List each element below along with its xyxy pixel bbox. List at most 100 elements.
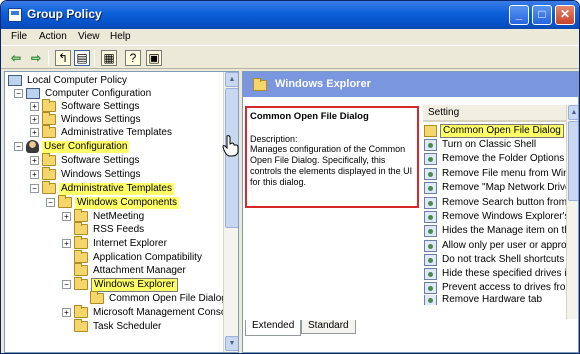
tab-extended[interactable]: Extended [245, 320, 302, 336]
setting-column-header[interactable]: Setting [423, 105, 567, 122]
setting-item[interactable]: Do not track Shell shortcuts d [424, 253, 566, 267]
description-label: Description: [250, 134, 298, 144]
tree-item-user-configuration[interactable]: − User Configuration [14, 140, 130, 153]
computer-policy-icon [8, 75, 22, 86]
setting-item-label: Do not track Shell shortcuts d [442, 254, 566, 265]
settings-vertical-scrollbar[interactable]: ▲ [566, 105, 578, 319]
folder-icon [42, 99, 56, 112]
properties-icon[interactable]: ▦ [101, 50, 117, 66]
setting-item-label: Turn on Classic Shell [442, 139, 537, 150]
tree-item-label: Windows Components [75, 196, 180, 209]
setting-icon [424, 254, 437, 266]
toolbar-separator [48, 50, 49, 66]
menu-bar: File Action View Help [1, 29, 579, 45]
setting-item-label: Remove Search button from W [442, 197, 566, 208]
scroll-thumb[interactable] [568, 121, 578, 201]
forward-arrow-icon[interactable]: ⇨ [28, 50, 44, 66]
tree-item-rss-feeds[interactable]: RSS Feeds [62, 222, 146, 236]
setting-item[interactable]: Hides the Manage item on the [424, 224, 566, 238]
setting-icon [424, 240, 437, 252]
folder-icon [58, 195, 72, 208]
expand-icon[interactable]: + [30, 156, 39, 165]
expand-icon[interactable]: + [30, 102, 39, 111]
folder-icon [253, 78, 267, 91]
tree-item-attachment-manager[interactable]: Attachment Manager [62, 263, 188, 277]
scroll-thumb[interactable] [225, 88, 238, 228]
setting-item[interactable]: Remove "Map Network Drive" [424, 181, 566, 195]
setting-item[interactable]: Remove Windows Explorer's d [424, 210, 566, 224]
setting-item[interactable]: Remove Search button from W [424, 196, 566, 210]
menu-file[interactable]: File [6, 30, 32, 43]
tab-standard[interactable]: Standard [301, 320, 356, 334]
menu-help[interactable]: Help [105, 30, 136, 43]
tree-item-windows-components[interactable]: − Windows Components [46, 195, 180, 209]
setting-item-label: Prevent access to drives from [442, 282, 566, 293]
export-list-icon[interactable]: ▣ [146, 50, 162, 66]
show-hide-tree-icon[interactable]: ▤ [74, 50, 90, 66]
tree-item-task-scheduler[interactable]: Task Scheduler [62, 319, 163, 333]
collapse-icon[interactable]: − [46, 198, 55, 207]
back-arrow-icon[interactable]: ⇦ [8, 50, 24, 66]
folder-icon [42, 125, 56, 138]
setting-item[interactable]: Prevent access to drives from [424, 281, 566, 295]
scroll-up-icon[interactable]: ▲ [568, 105, 578, 120]
expand-icon[interactable]: + [62, 308, 71, 317]
expand-icon[interactable]: + [62, 212, 71, 221]
minimize-button[interactable]: _ [509, 5, 529, 25]
help-icon[interactable]: ? [125, 50, 141, 66]
setting-item[interactable]: Remove File menu from Windo [424, 167, 566, 181]
expand-icon[interactable]: + [30, 115, 39, 124]
title-bar[interactable]: Group Policy _ □ ✕ [1, 1, 579, 29]
tree-item-computer-configuration[interactable]: − Computer Configuration [14, 87, 153, 100]
up-folder-icon[interactable]: ↰ [55, 50, 71, 66]
setting-item-label: Remove Hardware tab [442, 295, 543, 305]
tree-item-internet-explorer[interactable]: + Internet Explorer [62, 236, 169, 250]
tree-item-label: NetMeeting [93, 210, 145, 222]
tree-item-label: Windows Settings [61, 168, 141, 180]
expand-icon[interactable]: + [30, 170, 39, 179]
setting-item-label: Remove File menu from Windo [442, 168, 566, 179]
collapse-icon[interactable]: − [14, 89, 23, 98]
folder-icon [42, 112, 56, 125]
tree-item-application-compatibility[interactable]: Application Compatibility [62, 250, 204, 264]
setting-item[interactable]: Allow only per user or approv [424, 239, 566, 253]
tree-item-label: Windows Explorer [91, 277, 178, 292]
collapse-icon[interactable]: − [14, 142, 23, 151]
setting-item[interactable]: Turn on Classic Shell [424, 138, 566, 152]
menu-action[interactable]: Action [34, 30, 72, 43]
folder-icon [74, 319, 88, 332]
tree-item-windows-explorer[interactable]: − Windows Explorer [62, 277, 178, 292]
setting-item[interactable]: Remove the Folder Options m [424, 152, 566, 166]
folder-icon [42, 167, 56, 180]
scroll-up-icon[interactable]: ▲ [225, 72, 238, 87]
collapse-icon[interactable]: − [30, 184, 39, 193]
setting-item-label: Remove the Folder Options m [442, 153, 566, 164]
collapse-icon[interactable]: − [62, 280, 71, 289]
tree-vertical-scrollbar[interactable]: ▲ ▼ [223, 72, 238, 352]
setting-item-label: Remove "Map Network Drive" [442, 182, 566, 193]
tree-item-label: Software Settings [61, 100, 140, 112]
setting-item-common-open-file-dialog[interactable]: Common Open File Dialog [424, 124, 566, 138]
details-header-title: Windows Explorer [275, 78, 371, 90]
tree-item-windows-settings[interactable]: + Windows Settings [30, 167, 142, 181]
folder-icon [74, 263, 88, 276]
setting-item[interactable]: Remove Hardware tab [424, 295, 566, 305]
setting-icon [424, 225, 437, 237]
tree-item-administrative-templates[interactable]: − Administrative Templates [30, 181, 174, 195]
tree-item-label: Administrative Templates [61, 126, 172, 138]
tree-item-software-settings[interactable]: + Software Settings [30, 153, 141, 167]
maximize-button[interactable]: □ [532, 5, 552, 25]
tree-item-administrative-templates[interactable]: + Administrative Templates [30, 125, 174, 139]
setting-icon [424, 282, 437, 294]
tree-item-local-computer-policy[interactable]: Local Computer Policy [8, 74, 129, 87]
scroll-down-icon[interactable]: ▼ [225, 336, 238, 351]
menu-view[interactable]: View [73, 30, 105, 43]
close-button[interactable]: ✕ [555, 5, 575, 25]
expand-icon[interactable]: + [30, 128, 39, 137]
expand-icon[interactable]: + [62, 239, 71, 248]
setting-icon [424, 139, 437, 151]
setting-icon [424, 295, 437, 305]
tree-item-microsoft-management-console[interactable]: + Microsoft Management Console [62, 305, 236, 319]
tree-item-common-open-file-dialog[interactable]: Common Open File Dialog [78, 291, 229, 305]
setting-item[interactable]: Hide these specified drives in [424, 267, 566, 281]
